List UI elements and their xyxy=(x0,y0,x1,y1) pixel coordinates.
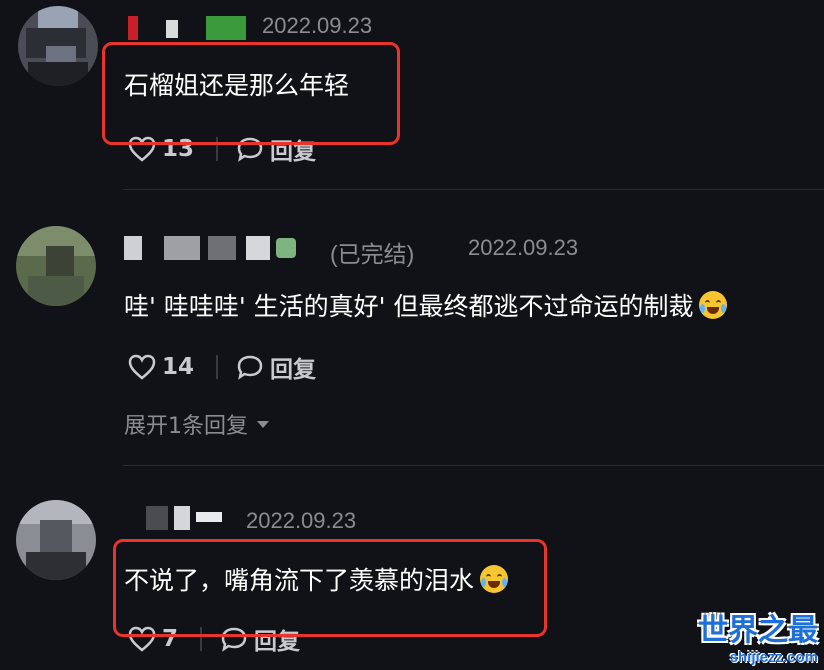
expand-replies-label: 展开1条回复 xyxy=(124,414,248,439)
laughing-crying-emoji xyxy=(699,291,728,319)
comment-text-content: 哇' 哇哇哇' 生活的真好' 但最终都逃不过命运的制裁 xyxy=(124,292,694,321)
watermark-title: 世界之最 xyxy=(698,613,818,648)
comment-2: (已完结) 2022.09.23 哇' 哇哇哇' 生活的真好' 但最终都逃不过命… xyxy=(0,190,824,465)
highlight-box xyxy=(113,539,547,637)
comment-bubble-icon xyxy=(237,355,263,380)
chevron-down-icon xyxy=(257,421,269,428)
reply-button[interactable]: 回复 xyxy=(236,350,316,384)
author-name-redacted[interactable] xyxy=(146,506,226,532)
watermark-domain: shijiezz.com xyxy=(729,649,818,666)
heart-icon xyxy=(128,354,156,380)
divider xyxy=(216,355,219,379)
like-button[interactable]: 14 xyxy=(128,354,194,380)
highlight-box xyxy=(102,42,400,145)
comment-date: 2022.09.23 xyxy=(468,235,579,260)
comment-1: 2022.09.23 石榴姐还是那么年轻 13 回复 xyxy=(0,0,824,190)
avatar[interactable] xyxy=(16,500,96,580)
author-name-redacted[interactable] xyxy=(128,16,258,42)
comment-text: 哇' 哇哇哇' 生活的真好' 但最终都逃不过命运的制裁 xyxy=(124,287,728,323)
reply-label: 回复 xyxy=(270,357,317,383)
avatar[interactable] xyxy=(18,6,98,86)
author-status: (已完结) xyxy=(330,241,415,267)
avatar[interactable] xyxy=(16,226,96,306)
watermark: 世界之最 shijiezz.com xyxy=(698,605,818,666)
comment-date: 2022.09.23 xyxy=(246,508,357,533)
expand-replies-button[interactable]: 展开1条回复 xyxy=(124,408,272,440)
comment-date: 2022.09.23 xyxy=(262,13,373,38)
like-count: 14 xyxy=(162,354,195,380)
comment-actions: 14 回复 xyxy=(128,350,316,384)
author-name-redacted[interactable] xyxy=(124,236,296,262)
